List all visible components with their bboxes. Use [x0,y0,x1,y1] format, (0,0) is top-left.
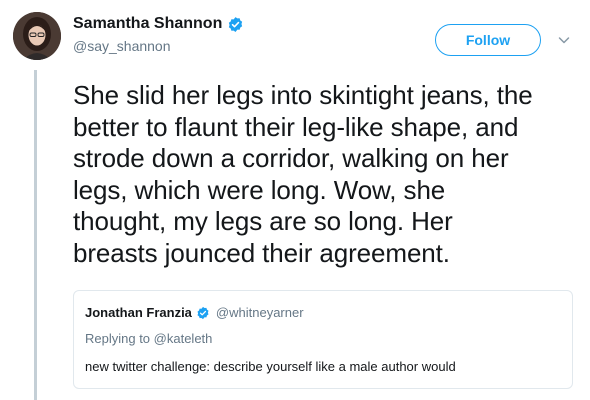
tweet-line: better to flaunt their leg-like shape, a… [73,111,519,142]
replying-to-handle[interactable]: @kateleth [154,331,213,346]
replying-to-prefix: Replying to [85,331,154,346]
thread-line [34,70,37,400]
avatar[interactable] [13,12,61,60]
quoted-author-handle[interactable]: @whitneyarner [216,305,304,320]
author-display-name[interactable]: Samantha Shannon [73,15,222,33]
tweet-line: strode down a corridor, walking on her [73,143,509,173]
quoted-author-name[interactable]: Jonathan Franzia [85,305,192,320]
avatar-image [13,12,61,60]
tweet-text: She slid her legs into skintight jeans, … [73,80,573,269]
tweet-line: thought, my legs are so long. Her [73,206,453,236]
replying-to-line: Replying to @kateleth [85,331,212,346]
verified-badge-icon [197,306,209,319]
quoted-tweet-text: new twitter challenge: describe yourself… [85,359,456,374]
verified-badge-icon [229,16,243,32]
tweet-line: She slid her legs into skintight jeans, … [73,80,533,110]
tweet-line: legs, which were long. Wow, she [73,174,446,205]
tweet-line: breasts jounced their agreement. [73,237,450,268]
author-handle[interactable]: @say_shannon [73,38,171,54]
quoted-tweet-card[interactable]: Jonathan Franzia @whitneyarner Replying … [73,290,573,389]
follow-button[interactable]: Follow [435,24,541,56]
chevron-down-icon[interactable] [557,33,571,47]
